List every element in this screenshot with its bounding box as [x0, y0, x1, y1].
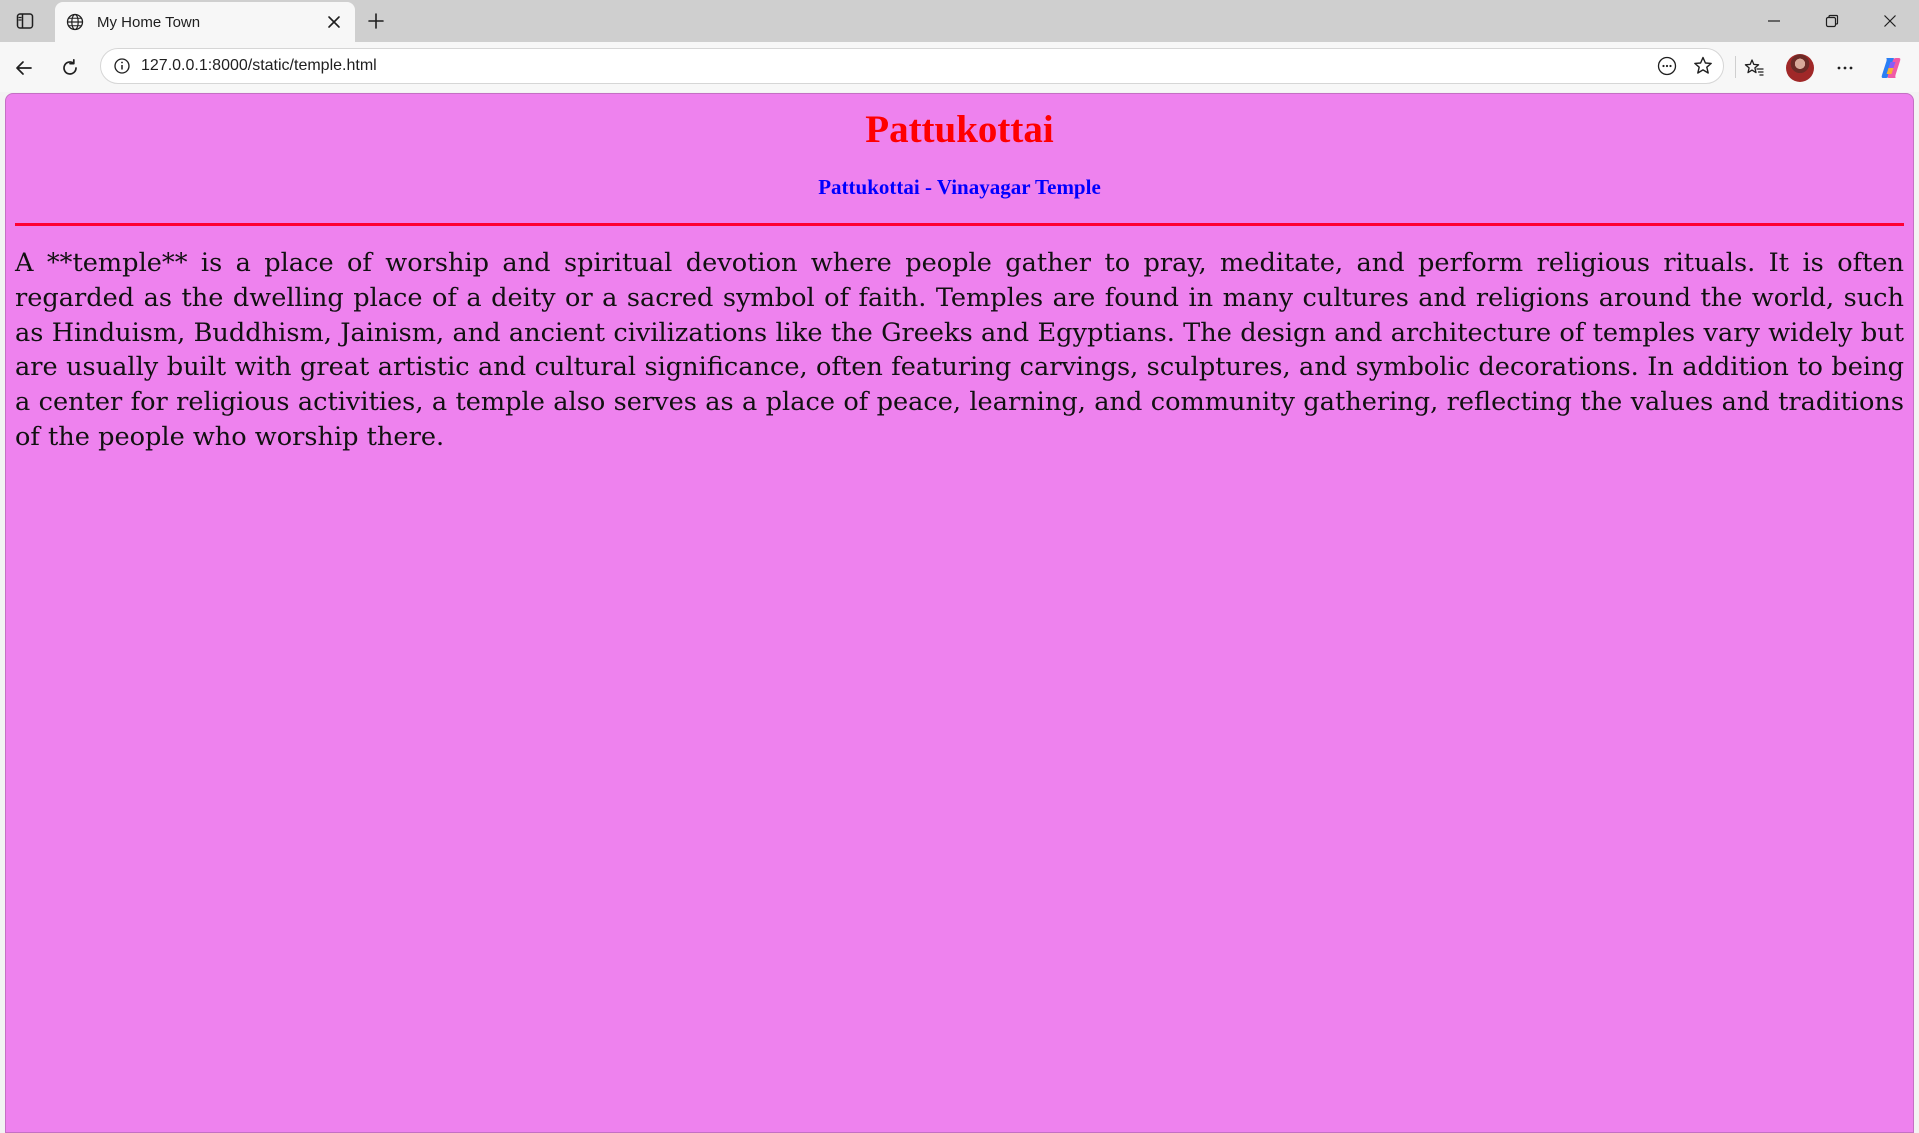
site-info-icon[interactable] [111, 55, 133, 77]
tab-title: My Home Town [97, 13, 201, 31]
address-bar[interactable]: 127.0.0.1:8000/static/temple.html [100, 48, 1724, 84]
new-tab-button[interactable] [361, 6, 391, 36]
copilot-icon[interactable] [1874, 51, 1908, 85]
reading-mode-icon[interactable] [1651, 50, 1683, 82]
tab-active[interactable]: My Home Town [55, 2, 355, 42]
globe-icon [65, 12, 85, 32]
browser-window: My Home Town 127.0.0.1:8000/static/templ… [0, 0, 1919, 1133]
page-title: Pattukottai [865, 108, 1054, 151]
back-arrow-icon[interactable] [8, 52, 40, 84]
favorites-icon[interactable] [1737, 51, 1771, 85]
close-icon[interactable] [321, 9, 347, 35]
page-subtitle: Pattukottai - Vinayagar Temple [818, 175, 1101, 199]
url-text[interactable]: 127.0.0.1:8000/static/temple.html [141, 57, 1651, 75]
profile-avatar[interactable] [1783, 51, 1817, 85]
page-content: Pattukottai Pattukottai - Vinayagar Temp… [6, 106, 1913, 455]
more-options-icon[interactable] [1828, 51, 1862, 85]
window-controls [1745, 0, 1919, 42]
sidebar-toggle-icon[interactable] [10, 8, 40, 34]
restore-icon[interactable] [1803, 0, 1861, 42]
horizontal-rule [15, 223, 1904, 226]
favorite-star-icon[interactable] [1687, 50, 1719, 82]
page-viewport: Pattukottai Pattukottai - Vinayagar Temp… [5, 93, 1914, 1133]
minimize-icon[interactable] [1745, 0, 1803, 42]
plus-icon [368, 13, 384, 29]
temple-description: A **temple** is a place of worship and s… [15, 248, 1904, 452]
window-close-icon[interactable] [1861, 0, 1919, 42]
tab-strip: My Home Town [0, 0, 1919, 42]
refresh-icon[interactable] [54, 52, 86, 84]
avatar [1786, 54, 1814, 82]
browser-toolbar: 127.0.0.1:8000/static/temple.html [0, 42, 1919, 92]
toolbar-divider [1735, 56, 1736, 78]
